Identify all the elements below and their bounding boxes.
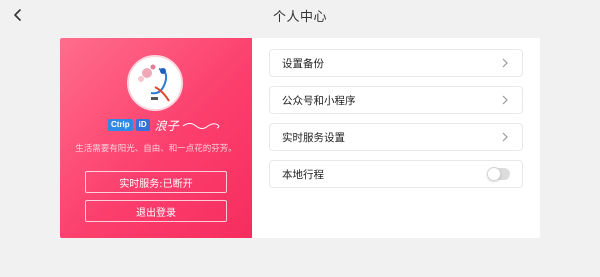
menu-item-label: 设置备份 <box>282 57 324 70</box>
avatar[interactable] <box>127 55 183 111</box>
menu-item-official-accounts[interactable]: 公众号和小程序 <box>269 86 523 114</box>
user-motto: 生活需要有阳光、自由、和一点花的芬芳。 <box>75 144 237 154</box>
brand-chip-ctrip: Ctrip <box>108 119 133 131</box>
brand-row: Ctrip iD 浪子 <box>108 117 222 133</box>
profile-panel: Ctrip iD 浪子 生活需要有阳光、自由、和一点花的芬芳。 实时服务:已断开… <box>60 38 252 238</box>
chevron-right-icon <box>500 58 510 68</box>
chevron-right-icon <box>500 132 510 142</box>
page-title: 个人中心 <box>272 9 327 25</box>
brand-chip-id: iD <box>135 119 150 131</box>
chevron-left-icon <box>14 9 21 21</box>
logout-button[interactable]: 退出登录 <box>85 200 227 222</box>
menu-item-local-trips: 本地行程 <box>269 160 523 188</box>
menu-item-backup-settings[interactable]: 设置备份 <box>269 49 523 77</box>
top-bar: 个人中心 <box>0 0 600 30</box>
profile-card: Ctrip iD 浪子 生活需要有阳光、自由、和一点花的芬芳。 实时服务:已断开… <box>60 38 540 238</box>
realtime-service-status-button[interactable]: 实时服务:已断开 <box>85 171 227 193</box>
local-trips-toggle[interactable] <box>487 167 510 181</box>
menu-item-label: 公众号和小程序 <box>282 94 356 107</box>
toggle-knob <box>487 167 501 181</box>
chevron-right-icon <box>500 95 510 105</box>
menu-item-label: 实时服务设置 <box>282 131 345 144</box>
flourish-icon <box>182 123 219 129</box>
menu-item-label: 本地行程 <box>282 168 324 181</box>
menu-item-realtime-service-settings[interactable]: 实时服务设置 <box>269 123 523 151</box>
username: 浪子 <box>154 118 179 133</box>
back-button[interactable] <box>10 7 26 23</box>
avatar-image-icon <box>129 57 181 109</box>
